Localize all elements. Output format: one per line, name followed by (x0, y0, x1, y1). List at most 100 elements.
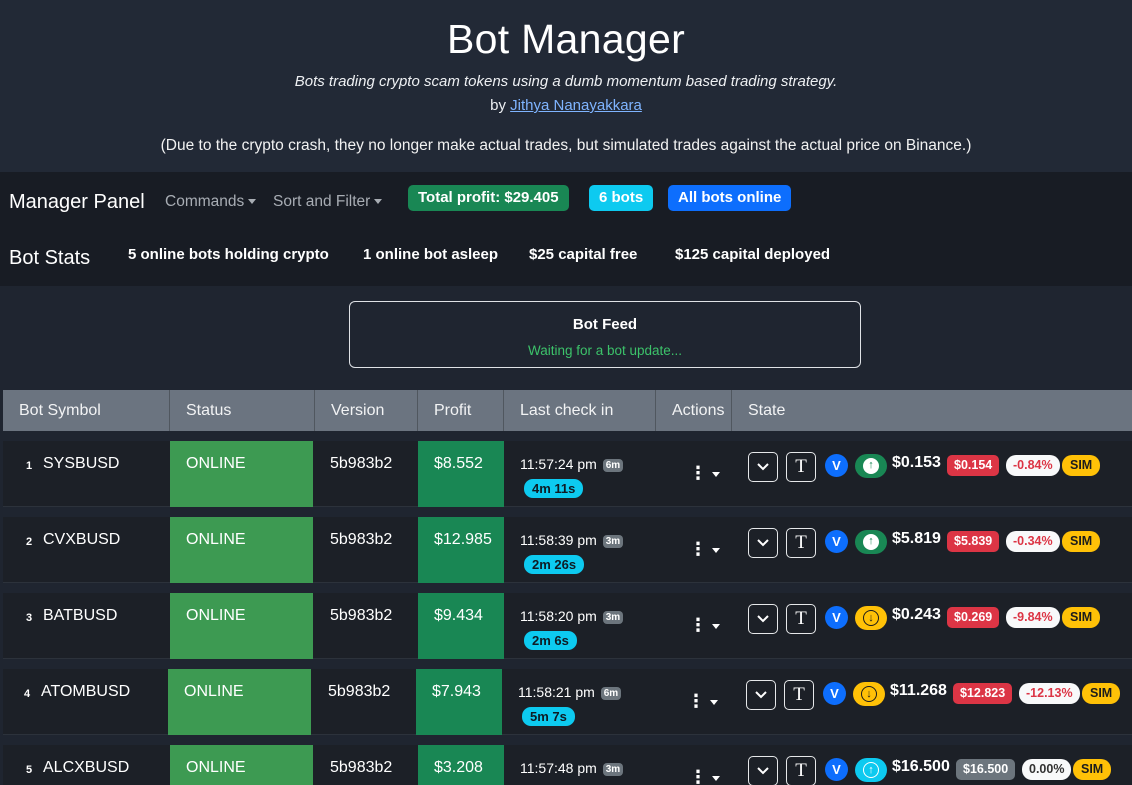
table-row: 5 ALCXBUSD ONLINE 5b983b2 $3.208 11:57:4… (3, 745, 1132, 785)
change-percent-badge: 0.00% (1022, 759, 1072, 780)
bot-symbol[interactable]: CVXBUSD (43, 531, 120, 549)
stat-capital-free: $25 capital free (529, 246, 638, 263)
byline: by Jithya Nanayakkara (0, 97, 1132, 114)
trend-badge: ↓ (855, 606, 887, 630)
version-badge: V (825, 606, 848, 629)
header-status[interactable]: Status (170, 390, 315, 431)
sim-badge: SIM (1073, 759, 1112, 780)
byline-prefix: by (490, 97, 506, 114)
last-check-in: 11:58:39 pm 3m (520, 532, 624, 548)
sim-badge: SIM (1082, 683, 1121, 704)
actions-menu[interactable]: ⋮ (689, 767, 720, 785)
expand-button[interactable] (748, 604, 778, 634)
profit-text: $8.552 (434, 455, 483, 472)
change-percent-badge: -9.84% (1006, 607, 1060, 628)
stat-holding: 5 online bots holding crypto (128, 246, 329, 263)
sim-badge: SIM (1062, 531, 1101, 552)
expand-button[interactable] (748, 756, 778, 785)
status-cell: ONLINE (168, 669, 311, 735)
table-header: Bot Symbol Status Version Profit Last ch… (3, 390, 1132, 431)
profit-text: $12.985 (434, 531, 492, 548)
kebab-menu-icon: ⋮ (689, 463, 707, 483)
page-header: Bot Manager Bots trading crypto scam tok… (0, 0, 1132, 172)
header-bot-symbol[interactable]: Bot Symbol (3, 390, 170, 431)
elapsed-badge: 2m 26s (524, 555, 585, 574)
sort-filter-label: Sort and Filter (273, 193, 371, 210)
current-price: $5.819 (892, 530, 941, 547)
status-cell: ONLINE (170, 745, 313, 785)
version-badge: V (823, 682, 846, 705)
profit-cell: $8.552 (418, 441, 504, 507)
trend-badge: ↓ (853, 682, 885, 706)
bot-symbol[interactable]: ALCXBUSD (43, 759, 129, 777)
check-in-time: 11:58:21 pm (518, 684, 595, 700)
last-check-in: 11:57:24 pm 6m (520, 456, 624, 472)
profit-text: $7.943 (432, 683, 481, 700)
bot-feed: Bot Feed Waiting for a bot update... (349, 301, 861, 368)
expand-button[interactable] (746, 680, 776, 710)
author-link[interactable]: Jithya Nanayakkara (510, 97, 642, 114)
actions-menu[interactable]: ⋮ (689, 539, 720, 560)
current-price: $0.243 (892, 606, 941, 623)
arrow-down-circle-icon: ↓ (863, 610, 879, 626)
check-in-time: 11:57:24 pm (520, 456, 597, 472)
t-button[interactable]: T (786, 528, 816, 558)
change-percent-badge: -0.34% (1006, 531, 1060, 552)
version-text: 5b983b2 (328, 683, 391, 700)
elapsed-badge: 4m 11s (524, 479, 584, 498)
check-in-time: 11:58:20 pm (520, 608, 597, 624)
chevron-down-icon (757, 463, 769, 471)
t-button[interactable]: T (784, 680, 814, 710)
bot-feed-status: Waiting for a bot update... (527, 343, 683, 358)
buy-price-badge: $16.500 (956, 759, 1016, 780)
caret-down-icon (712, 547, 720, 553)
status-cell: ONLINE (170, 441, 313, 507)
time-badge: 3m (602, 534, 624, 548)
last-check-in: 11:58:20 pm 3m (520, 608, 624, 624)
commands-dropdown[interactable]: Commands (165, 193, 257, 211)
bot-symbol[interactable]: BATBUSD (43, 607, 117, 625)
status-cell: ONLINE (170, 593, 313, 659)
kebab-menu-icon: ⋮ (689, 615, 707, 635)
table-row: 1 SYSBUSD ONLINE 5b983b2 $8.552 11:57:24… (3, 441, 1132, 507)
page-subtitle: Bots trading crypto scam tokens using a … (294, 73, 838, 90)
bot-symbol[interactable]: SYSBUSD (43, 455, 119, 473)
elapsed-badge: 2m 6s (524, 631, 577, 650)
sort-filter-dropdown[interactable]: Sort and Filter (273, 193, 383, 211)
t-icon: T (795, 456, 807, 477)
bot-symbol[interactable]: ATOMBUSD (41, 683, 130, 701)
t-button[interactable]: T (786, 604, 816, 634)
row-index: 2 (26, 536, 33, 548)
caret-down-icon (374, 199, 383, 205)
last-check-in: 11:58:21 pm 6m (518, 684, 622, 700)
header-state: State (748, 402, 786, 419)
expand-button[interactable] (748, 528, 778, 558)
header-last-check-in[interactable]: Last check in (504, 390, 656, 431)
buy-price-badge: $5.839 (947, 531, 1000, 552)
table-row: 3 BATBUSD ONLINE 5b983b2 $9.434 11:58:20… (3, 593, 1132, 659)
header-actions: Actions (656, 390, 732, 431)
t-button[interactable]: T (786, 452, 816, 482)
header-profit[interactable]: Profit (418, 390, 504, 431)
check-in-time: 11:58:39 pm (520, 532, 597, 548)
profit-cell: $3.208 (418, 745, 504, 785)
row-index: 1 (26, 460, 33, 472)
expand-button[interactable] (748, 452, 778, 482)
version-text: 5b983b2 (330, 455, 393, 472)
actions-menu[interactable]: ⋮ (689, 615, 720, 636)
time-badge: 3m (602, 610, 624, 624)
actions-menu[interactable]: ⋮ (687, 691, 718, 712)
trend-badge: ↑ (855, 530, 887, 554)
bot-count-badge: 6 bots (589, 185, 654, 211)
status-text: ONLINE (186, 607, 246, 624)
actions-menu[interactable]: ⋮ (689, 463, 720, 484)
trend-badge: ↑ (855, 758, 887, 782)
t-button[interactable]: T (786, 756, 816, 785)
version-badge: V (825, 454, 848, 477)
status-text: ONLINE (186, 531, 246, 548)
status-text: ONLINE (186, 759, 246, 776)
header-version[interactable]: Version (315, 390, 418, 431)
version-badge: V (825, 758, 848, 781)
arrow-up-circle-icon: ↑ (863, 534, 879, 550)
t-icon: T (795, 760, 807, 781)
